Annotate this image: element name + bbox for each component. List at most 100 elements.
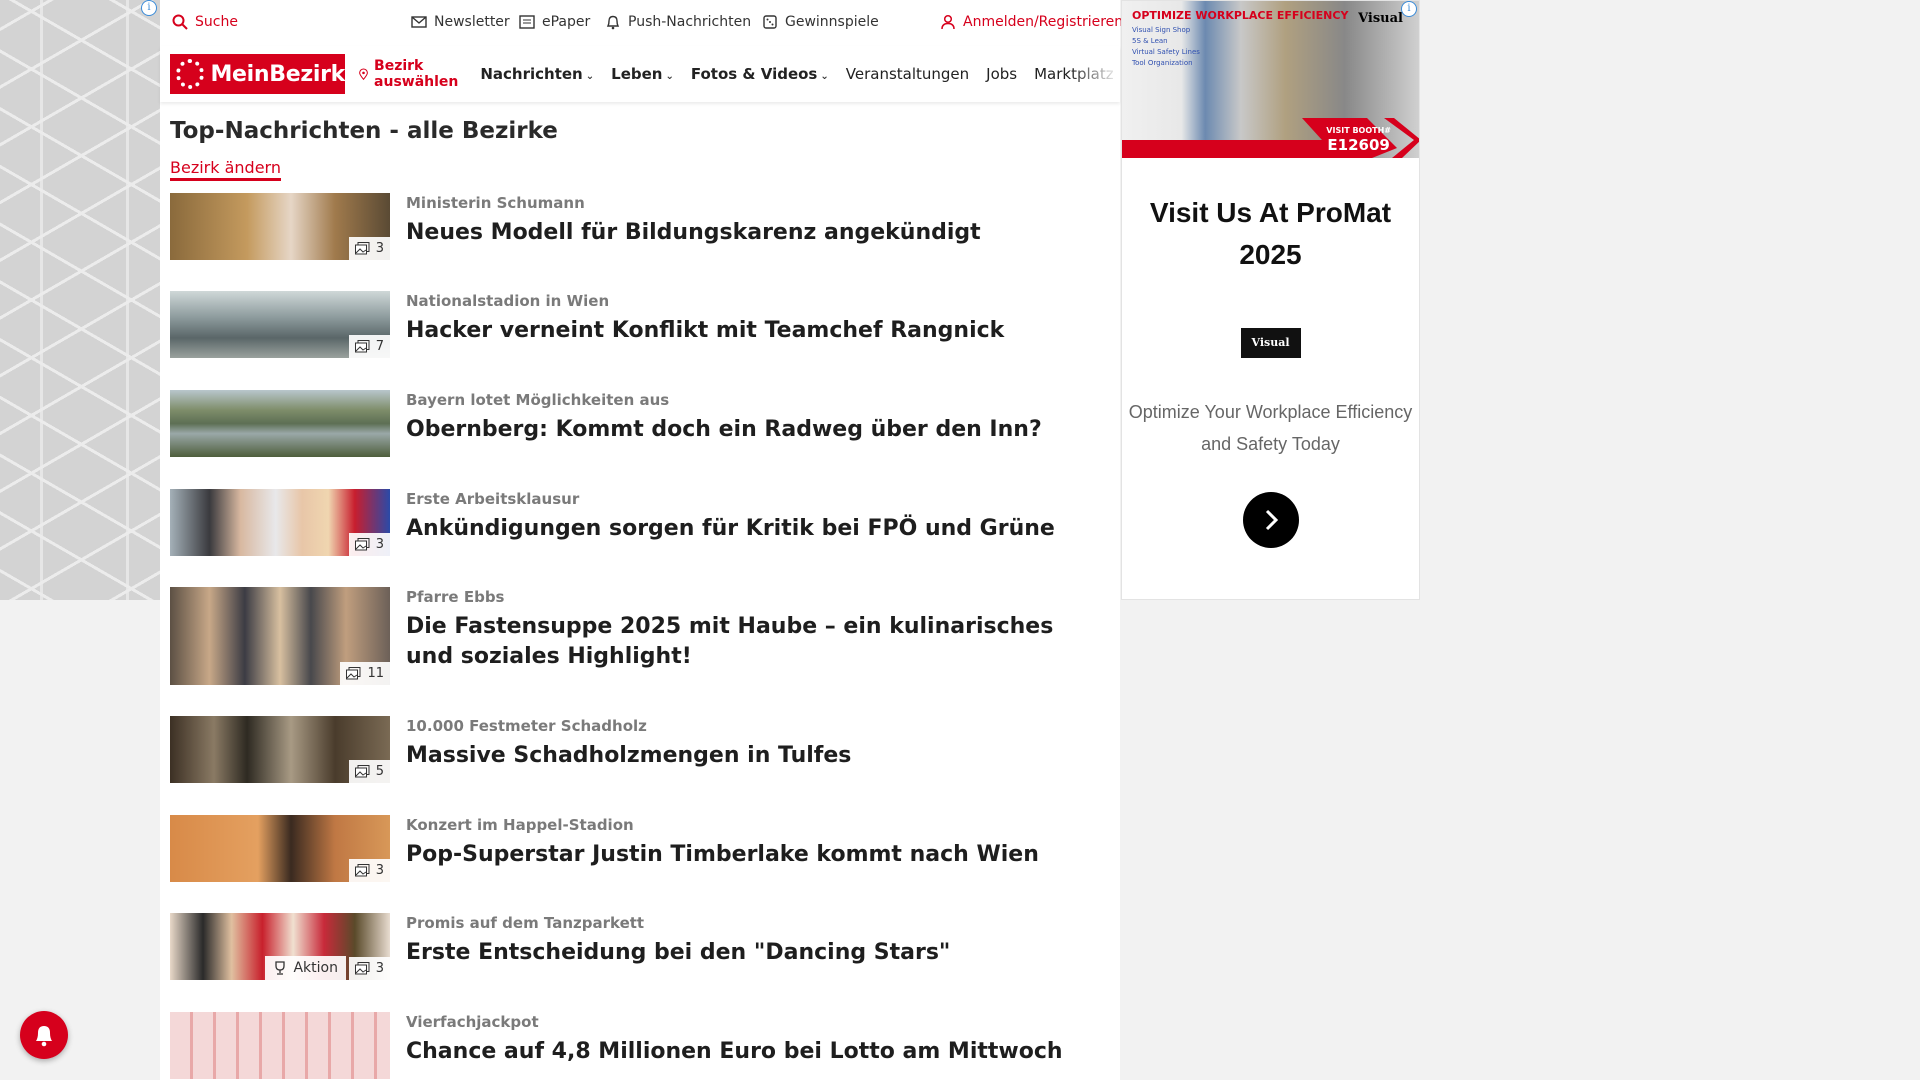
games-label: Gewinnspiele	[785, 14, 879, 30]
photo-count-badge: 3	[348, 859, 390, 882]
newsletter-link[interactable]: Newsletter	[411, 14, 510, 30]
article-headline[interactable]: Obernberg: Kommt doch ein Radweg über de…	[406, 415, 1042, 445]
nav-item-life-label: Leben	[611, 65, 663, 83]
article-headline[interactable]: Pop-Superstar Justin Timberlake kommt na…	[406, 840, 1039, 870]
background-wallpaper	[0, 0, 160, 600]
ad-banner-line: 5S & Lean	[1132, 37, 1168, 45]
top-bar: Suche Newsletter ePaper Push-Nachrichten…	[160, 0, 1123, 46]
article-kicker: Pfarre Ebbs	[406, 588, 505, 606]
photo-count-badge: 11	[340, 662, 390, 685]
ad-banner-image[interactable]: OPTIMIZE WORKPLACE EFFICIENCY Visual Sig…	[1122, 1, 1419, 158]
nav-item-news[interactable]: Nachrichten ⌄	[480, 65, 594, 83]
list-item[interactable]: Vierfachjackpot Chance auf 4,8 Millionen …	[170, 1012, 1110, 1079]
ad-banner-booth: VISIT BOOTH# E12609	[1326, 124, 1391, 153]
nav-item-life[interactable]: Leben ⌄	[611, 65, 674, 83]
ad-info-icon[interactable]: i	[1401, 1, 1417, 17]
article-kicker: Konzert im Happel-Stadion	[406, 816, 634, 834]
nav-item-events[interactable]: Veranstaltungen	[846, 65, 969, 83]
ad-banner-brand: Visual	[1358, 11, 1403, 26]
article-headline[interactable]: Massive Schadholzmengen in Tulfes	[406, 741, 851, 771]
article-image[interactable]: 3	[170, 815, 390, 882]
list-item[interactable]: 11 Pfarre Ebbs Die Fastensuppe 2025 mit H…	[170, 587, 1110, 685]
nav-item-media[interactable]: Fotos & Videos ⌄	[691, 65, 829, 83]
push-notification-button[interactable]	[20, 1011, 68, 1059]
list-item[interactable]: 3 Erste Arbeitsklausur Ankündigungen sorg…	[170, 489, 1110, 556]
article-image[interactable]: 3	[170, 193, 390, 260]
chevron-right-icon	[1265, 509, 1278, 531]
photo-count-badge: 3	[348, 237, 390, 260]
gallery-icon	[354, 962, 370, 975]
newspaper-icon	[519, 15, 535, 29]
logo-mark-icon	[176, 59, 205, 89]
list-item[interactable]: Aktion 3 Promis auf dem Tanzparkett Erste…	[170, 913, 1110, 980]
article-headline[interactable]: Chance auf 4,8 Millionen Euro bei Lotto …	[406, 1037, 1063, 1067]
aktion-label: Aktion	[293, 960, 338, 976]
article-image[interactable]	[170, 390, 390, 457]
gallery-icon	[354, 242, 370, 255]
search-label: Suche	[195, 14, 238, 30]
photo-count: 5	[375, 764, 384, 779]
search-link[interactable]: Suche	[172, 14, 238, 30]
bell-icon	[606, 15, 620, 30]
aktion-badge: Aktion	[265, 956, 346, 980]
chevron-down-icon: ⌄	[820, 71, 829, 82]
list-item[interactable]: 5 10.000 Festmeter Schadholz Massive Scha…	[170, 716, 1110, 783]
mail-icon	[411, 16, 427, 28]
chevron-down-icon: ⌄	[585, 71, 595, 82]
article-image[interactable]: 7	[170, 291, 390, 358]
photo-count: 3	[375, 537, 384, 552]
chevron-down-icon: ⌄	[665, 71, 674, 82]
gallery-icon	[354, 864, 370, 877]
ad-next-button[interactable]	[1242, 492, 1299, 548]
ad-info-icon[interactable]: i	[141, 0, 157, 16]
ad-banner-line: Visual Sign Shop	[1132, 26, 1191, 34]
article-headline[interactable]: Neues Modell für Bildungskarenz angekünd…	[406, 218, 981, 248]
article-headline[interactable]: Ankündigungen sorgen für Kritik bei FPÖ …	[406, 514, 1055, 544]
article-kicker: Nationalstadion in Wien	[406, 292, 610, 310]
nav-item-news-label: Nachrichten	[480, 65, 583, 83]
ad-text: Optimize Your Workplace Efficiency and S…	[1128, 402, 1413, 454]
article-headline[interactable]: Hacker verneint Konflikt mit Teamchef Ra…	[406, 316, 1004, 346]
photo-count: 3	[375, 961, 384, 976]
pick-district-button[interactable]: Bezirk auswählen	[359, 58, 463, 90]
push-link[interactable]: Push-Nachrichten	[605, 14, 751, 30]
list-item[interactable]: 7 Nationalstadion in Wien Hacker verneint…	[170, 291, 1110, 358]
article-kicker: Ministerin Schumann	[406, 194, 585, 212]
article-image[interactable]	[170, 1012, 390, 1079]
photo-count-badge: 7	[348, 335, 390, 358]
epaper-link[interactable]: ePaper	[519, 14, 590, 30]
games-link[interactable]: Gewinnspiele	[762, 14, 879, 30]
push-label: Push-Nachrichten	[628, 14, 752, 30]
list-item[interactable]: 3 Konzert im Happel-Stadion Pop-Superstar…	[170, 815, 1110, 882]
search-icon	[172, 14, 188, 30]
article-image[interactable]: Aktion 3	[170, 913, 390, 980]
ad-logo: Visual	[1240, 328, 1301, 358]
nav-fade-overlay	[1070, 46, 1120, 102]
photo-count-badge: 3	[348, 533, 390, 556]
nav-item-jobs[interactable]: Jobs	[986, 65, 1017, 83]
ad-banner-lines: Visual Sign Shop 5S & Lean Virtual Safet…	[1132, 25, 1200, 69]
login-label: Anmelden/Registrieren	[963, 14, 1124, 30]
newsletter-label: Newsletter	[434, 14, 510, 30]
main-column: Suche Newsletter ePaper Push-Nachrichten…	[160, 0, 1123, 1080]
photo-count: 3	[375, 241, 384, 256]
list-item[interactable]: Bayern lotet Möglichkeiten aus Obernberg:…	[170, 390, 1110, 457]
article-image[interactable]: 3	[170, 489, 390, 556]
ad-banner-line: Tool Organization	[1132, 59, 1193, 67]
bell-icon	[36, 1026, 52, 1047]
article-headline[interactable]: Erste Entscheidung bei den "Dancing Star…	[406, 938, 950, 968]
page-title: Top-Nachrichten - alle Bezirke	[170, 118, 558, 144]
dice-icon	[763, 15, 777, 29]
list-item[interactable]: 3 Ministerin Schumann Neues Modell für Bi…	[170, 193, 1110, 260]
epaper-label: ePaper	[542, 14, 591, 30]
photo-count: 11	[367, 666, 384, 681]
login-link[interactable]: Anmelden/Registrieren	[940, 14, 1123, 30]
change-district-link[interactable]: Bezirk ändern	[170, 158, 281, 181]
article-headline[interactable]: Die Fastensuppe 2025 mit Haube – ein kul…	[406, 612, 1086, 671]
ad-title: Visit Us At ProMat 2025	[1149, 197, 1392, 270]
article-image[interactable]: 5	[170, 716, 390, 783]
site-logo[interactable]: MeinBezirk	[170, 54, 345, 94]
pick-district-label: Bezirk auswählen	[374, 58, 459, 90]
article-image[interactable]: 11	[170, 587, 390, 685]
sidebar-ad[interactable]: OPTIMIZE WORKPLACE EFFICIENCY Visual Sig…	[1121, 0, 1420, 600]
